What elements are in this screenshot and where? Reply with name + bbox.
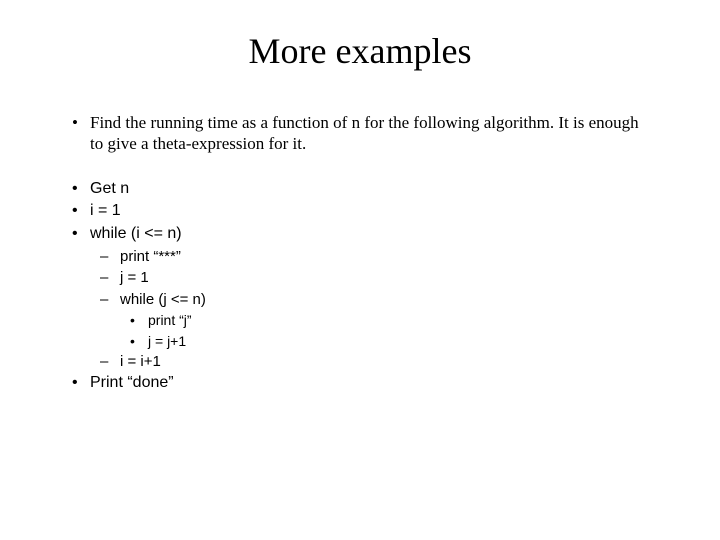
alg-line: – while (j <= n) bbox=[70, 290, 650, 310]
intro-bullet: • Find the running time as a function of… bbox=[70, 112, 650, 155]
alg-text: Get n bbox=[90, 179, 650, 200]
alg-line: – j = 1 bbox=[70, 268, 650, 288]
algorithm-block: • Get n • i = 1 • while (i <= n) – print… bbox=[70, 179, 650, 395]
alg-line: • Get n bbox=[70, 179, 650, 200]
dash-icon: – bbox=[100, 290, 120, 310]
bullet-icon: • bbox=[130, 332, 148, 350]
dash-icon: – bbox=[100, 268, 120, 288]
alg-line: • print “j” bbox=[70, 311, 650, 329]
alg-text: Print “done” bbox=[90, 373, 650, 394]
alg-text: i = i+1 bbox=[120, 352, 650, 372]
slide-title: More examples bbox=[70, 30, 650, 72]
intro-text: Find the running time as a function of n… bbox=[90, 112, 650, 155]
dash-icon: – bbox=[100, 247, 120, 267]
bullet-icon: • bbox=[70, 224, 90, 245]
alg-text: while (j <= n) bbox=[120, 290, 650, 310]
bullet-icon: • bbox=[130, 311, 148, 329]
bullet-icon: • bbox=[70, 373, 90, 394]
bullet-icon: • bbox=[70, 201, 90, 222]
alg-line: • j = j+1 bbox=[70, 332, 650, 350]
alg-line: – print “***” bbox=[70, 247, 650, 267]
dash-icon: – bbox=[100, 352, 120, 372]
alg-text: while (i <= n) bbox=[90, 224, 650, 245]
alg-line: • i = 1 bbox=[70, 201, 650, 222]
alg-line: • while (i <= n) bbox=[70, 224, 650, 245]
alg-text: j = 1 bbox=[120, 268, 650, 288]
bullet-icon: • bbox=[70, 112, 90, 133]
alg-line: – i = i+1 bbox=[70, 352, 650, 372]
alg-text: i = 1 bbox=[90, 201, 650, 222]
alg-text: print “***” bbox=[120, 247, 650, 267]
alg-line: • Print “done” bbox=[70, 373, 650, 394]
alg-text: j = j+1 bbox=[148, 332, 650, 350]
alg-text: print “j” bbox=[148, 311, 650, 329]
bullet-icon: • bbox=[70, 179, 90, 200]
